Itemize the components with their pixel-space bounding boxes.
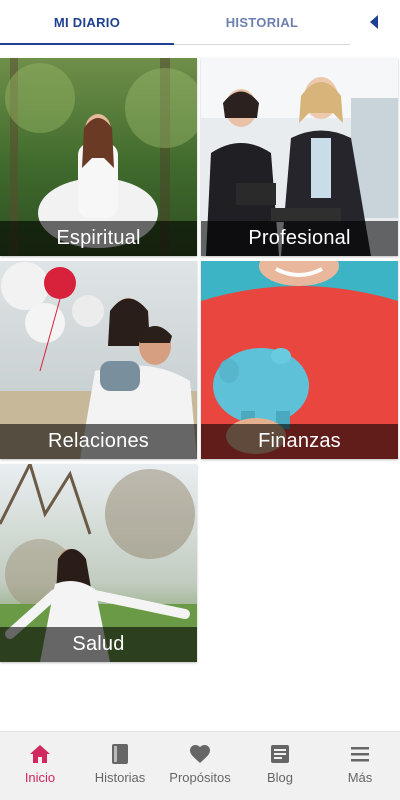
category-label: Salud bbox=[0, 627, 197, 662]
category-tile-relaciones[interactable]: Relaciones bbox=[0, 261, 197, 459]
category-label: Espiritual bbox=[0, 221, 197, 256]
category-tile-finanzas[interactable]: Finanzas bbox=[201, 261, 398, 459]
category-label: Finanzas bbox=[201, 424, 398, 459]
category-tile-espiritual[interactable]: Espiritual bbox=[0, 58, 197, 256]
app-screen: MI DIARIO HISTORIAL Espiritual Profesion… bbox=[0, 0, 400, 800]
tab-historial[interactable]: HISTORIAL bbox=[174, 0, 350, 44]
nav-item-propositos[interactable]: Propósitos bbox=[160, 732, 240, 800]
nav-item-historias[interactable]: Historias bbox=[80, 732, 160, 800]
blog-icon bbox=[271, 745, 289, 763]
nav-label: Historias bbox=[94, 770, 146, 785]
nav-label: Inicio bbox=[24, 770, 56, 785]
bottom-navigation: Inicio Historias Propósitos Blog Más bbox=[0, 731, 400, 800]
nav-item-mas[interactable]: Más bbox=[320, 732, 400, 800]
nav-label: Propósitos bbox=[169, 770, 231, 785]
menu-icon bbox=[351, 747, 369, 762]
tab-mi-diario[interactable]: MI DIARIO bbox=[0, 0, 174, 44]
category-label: Profesional bbox=[201, 221, 398, 256]
home-icon bbox=[30, 745, 50, 763]
tab-bar: MI DIARIO HISTORIAL bbox=[0, 0, 400, 46]
book-icon bbox=[112, 744, 128, 764]
category-tile-salud[interactable]: Salud bbox=[0, 464, 197, 662]
nav-item-inicio[interactable]: Inicio bbox=[0, 732, 80, 800]
nav-item-blog[interactable]: Blog bbox=[240, 732, 320, 800]
tab-divider bbox=[174, 44, 350, 45]
nav-label: Más bbox=[347, 770, 373, 785]
category-label: Relaciones bbox=[0, 424, 197, 459]
active-tab-indicator bbox=[0, 43, 174, 45]
nav-label: Blog bbox=[266, 770, 294, 785]
scroll-left-arrow-icon[interactable] bbox=[366, 12, 382, 32]
category-tile-profesional[interactable]: Profesional bbox=[201, 58, 398, 256]
heart-icon bbox=[190, 745, 210, 763]
